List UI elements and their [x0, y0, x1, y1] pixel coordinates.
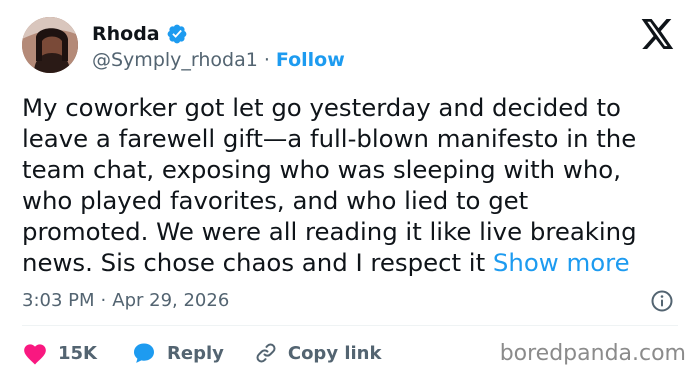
display-name[interactable]: Rhoda — [92, 23, 160, 45]
tweet-time[interactable]: 3:03 PM — [22, 290, 95, 311]
x-logo-icon[interactable] — [641, 19, 675, 49]
copy-link-button[interactable]: Copy link — [254, 341, 382, 365]
timestamp-separator: · — [100, 289, 107, 311]
handle-row: @Symply_rhoda1 · Follow — [92, 48, 345, 72]
name-row: Rhoda — [92, 21, 188, 47]
tweet-text: My coworker got let go yesterday and dec… — [22, 92, 682, 278]
like-button[interactable]: 15K — [22, 341, 97, 365]
handle-separator: · — [263, 49, 270, 71]
link-icon — [256, 343, 276, 363]
reply-button[interactable]: Reply — [131, 341, 224, 365]
follow-button[interactable]: Follow — [276, 49, 345, 71]
divider — [22, 325, 678, 326]
avatar[interactable] — [22, 17, 78, 73]
heart-icon — [24, 344, 46, 365]
reply-label: Reply — [167, 342, 224, 364]
user-handle[interactable]: @Symply_rhoda1 — [92, 49, 258, 71]
site-watermark: boredpanda.com — [499, 341, 686, 366]
avatar-image — [22, 17, 78, 73]
show-more-link[interactable]: Show more — [493, 248, 630, 277]
like-count: 15K — [58, 342, 97, 364]
timestamp-row: 3:03 PM · Apr 29, 2026 — [22, 288, 229, 312]
copy-link-label: Copy link — [287, 342, 382, 364]
tweet-date[interactable]: Apr 29, 2026 — [112, 290, 229, 311]
action-bar: 15K Reply Copy link — [22, 339, 381, 367]
verified-badge-icon — [167, 24, 187, 44]
speech-bubble-icon — [134, 343, 154, 363]
tweet-card: Rhoda @Symply_rhoda1 · Follow My coworke… — [0, 0, 700, 379]
info-icon[interactable] — [650, 289, 674, 313]
